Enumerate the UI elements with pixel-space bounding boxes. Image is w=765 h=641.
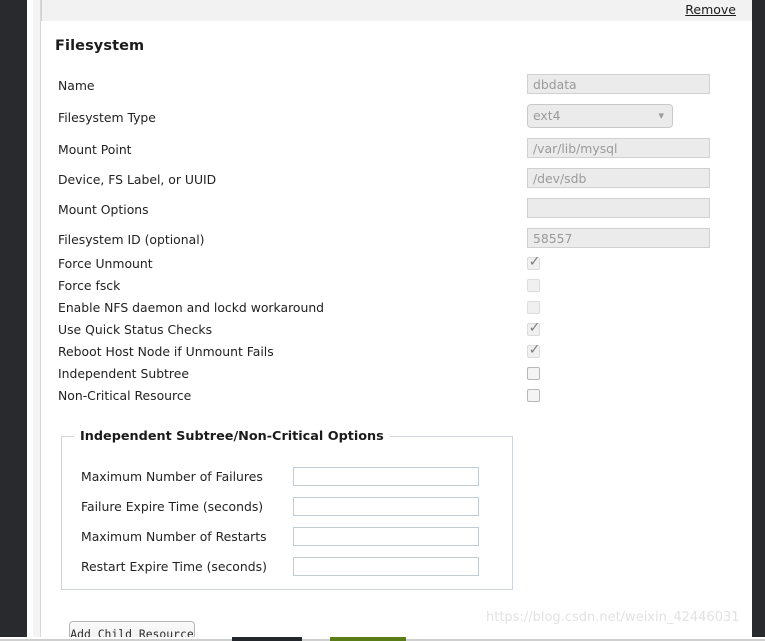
label-filesystem-id-optional: Filesystem ID (optional) xyxy=(58,232,205,247)
page-title: Filesystem xyxy=(55,38,145,54)
bottom-edge-dark xyxy=(232,637,302,641)
label-force-fsck: Force fsck xyxy=(58,278,121,293)
checkbox-force-fsck[interactable] xyxy=(527,279,540,292)
app-screen: Remove Filesystem Name Mount Point Device,… xyxy=(0,0,765,641)
label-mount-point: Mount Point xyxy=(58,142,132,157)
input-restart-expire-time-seconds[interactable] xyxy=(293,557,479,576)
resource-header-strip: Remove xyxy=(41,0,752,21)
checkbox-enable-nfs-daemon-and-lockd-workaround[interactable] xyxy=(527,301,540,314)
bottom-edge-green xyxy=(330,637,406,641)
input-name[interactable] xyxy=(527,74,710,94)
right-chrome-rail xyxy=(752,0,765,641)
label-independent-subtree: Independent Subtree xyxy=(58,366,189,381)
select-filesystem-type[interactable]: ext4 ▾ xyxy=(527,104,673,128)
label-maximum-number-of-failures: Maximum Number of Failures xyxy=(81,469,263,484)
input-mount-options[interactable] xyxy=(527,198,710,218)
label-mount-options: Mount Options xyxy=(58,202,149,217)
left-chrome-rail xyxy=(0,0,27,641)
checkmark-icon: ✓ xyxy=(528,320,541,336)
label-name: Name xyxy=(58,78,95,93)
checkbox-use-quick-status-checks[interactable]: ✓ xyxy=(527,320,541,336)
label-enable-nfs-daemon-and-lockd-workaround: Enable NFS daemon and lockd workaround xyxy=(58,300,325,315)
input-maximum-number-of-restarts[interactable] xyxy=(293,527,479,546)
label-reboot-host-node-if-unmount-fails: Reboot Host Node if Unmount Fails xyxy=(58,344,274,359)
input-maximum-number-of-failures[interactable] xyxy=(293,467,479,486)
input-device-fs-label-or-uuid[interactable] xyxy=(527,168,710,188)
remove-resource-link[interactable]: Remove xyxy=(685,2,736,17)
checkbox-reboot-host-node-if-unmount-fails[interactable]: ✓ xyxy=(527,342,541,358)
page-gutter-shade xyxy=(33,0,40,641)
checkmark-icon: ✓ xyxy=(528,342,541,358)
input-filesystem-id-optional[interactable] xyxy=(527,228,710,248)
checkbox-non-critical-resource[interactable] xyxy=(527,389,540,402)
select-selected-value: ext4 xyxy=(533,108,561,123)
input-mount-point[interactable] xyxy=(527,138,710,158)
subtree-options-legend: Independent Subtree/Non-Critical Options xyxy=(74,429,390,444)
checkbox-independent-subtree[interactable] xyxy=(527,367,540,380)
label-device-fs-label-or-uuid: Device, FS Label, or UUID xyxy=(58,172,217,187)
label-failure-expire-time-seconds: Failure Expire Time (seconds) xyxy=(81,499,264,514)
bottom-edge-bar xyxy=(0,637,765,641)
label-force-unmount: Force Unmount xyxy=(58,256,153,271)
checkmark-icon: ✓ xyxy=(528,254,541,270)
label-restart-expire-time-seconds: Restart Expire Time (seconds) xyxy=(81,559,267,574)
input-failure-expire-time-seconds[interactable] xyxy=(293,497,479,516)
checkbox-force-unmount[interactable]: ✓ xyxy=(527,254,541,270)
chevron-down-icon: ▾ xyxy=(658,109,664,122)
label-filesystem-type: Filesystem Type xyxy=(58,110,156,125)
label-non-critical-resource: Non-Critical Resource xyxy=(58,388,192,403)
label-use-quick-status-checks: Use Quick Status Checks xyxy=(58,322,213,337)
label-maximum-number-of-restarts: Maximum Number of Restarts xyxy=(81,529,267,544)
